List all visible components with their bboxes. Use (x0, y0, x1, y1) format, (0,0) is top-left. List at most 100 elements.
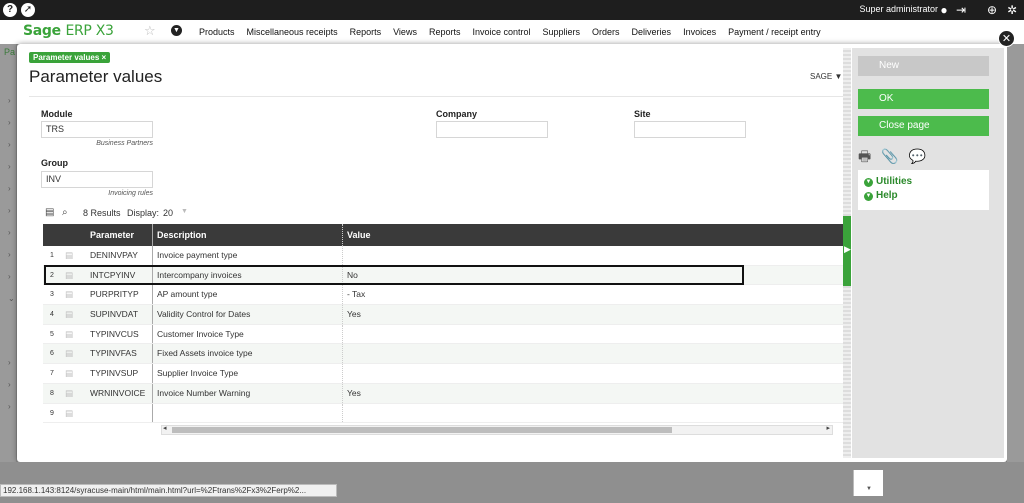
module-field[interactable]: TRS (41, 121, 153, 138)
parameter-cell[interactable]: SUPINVDAT (86, 305, 153, 324)
ok-button[interactable]: OK (858, 89, 989, 109)
chevron-right-icon: › (8, 118, 11, 127)
table-row[interactable]: 5 ▤ TYPINVCUS Customer Invoice Type (43, 324, 848, 345)
parameter-cell[interactable]: TYPINVCUS (86, 324, 153, 344)
horizontal-scrollbar[interactable]: ◂ ▸ (161, 425, 833, 435)
header-description[interactable]: Description (153, 224, 343, 246)
action-panel: New OK Close page 🖶 📎 💬 ▼ Utilities ▼ Help (852, 48, 1004, 458)
table-row[interactable]: 8 ▤ WRNINVOICE Invoice Number Warning Yes (43, 383, 848, 404)
value-cell[interactable]: Yes (343, 305, 848, 324)
value-cell[interactable] (343, 364, 848, 383)
parameter-cell[interactable]: DENINVPAY (86, 246, 153, 265)
chevron-down-icon: ⌄ (8, 294, 15, 303)
parameter-cell[interactable] (86, 403, 153, 423)
scroll-left-icon[interactable]: ◂ (163, 424, 167, 432)
value-cell[interactable] (343, 344, 848, 363)
parameter-cell[interactable]: PURPRITYP (86, 285, 153, 305)
display-label: Display: (127, 208, 160, 218)
row-detail-icon[interactable]: ▤ (61, 364, 86, 383)
group-hint: Invoicing rules (108, 190, 153, 197)
value-cell[interactable] (343, 404, 848, 423)
description-cell: Invoice Number Warning (153, 383, 343, 403)
help-icon[interactable]: ? (3, 3, 17, 17)
value-cell[interactable]: - Tax (343, 285, 848, 304)
parameter-cell[interactable]: TYPINVSUP (86, 364, 153, 383)
menu-item[interactable]: Suppliers (543, 27, 581, 37)
chevron-right-icon: › (8, 358, 11, 367)
chevron-right-icon: › (8, 96, 11, 105)
site-field[interactable] (634, 121, 746, 138)
module-label: Module (41, 109, 73, 119)
row-detail-icon[interactable]: ▤ (61, 246, 86, 265)
menu-item[interactable]: Orders (592, 27, 620, 37)
print-icon[interactable]: 🖶 (858, 148, 871, 164)
company-field[interactable] (436, 121, 548, 138)
table-row[interactable]: 6 ▤ TYPINVFAS Fixed Assets invoice type (43, 344, 848, 365)
menu-item[interactable]: Views (393, 27, 417, 37)
table-view-icon[interactable]: ▤ (45, 207, 54, 218)
description-cell: Customer Invoice Type (153, 324, 343, 344)
menu-item[interactable]: Reports (429, 27, 461, 37)
menu-item[interactable]: Products (199, 27, 235, 37)
table-row[interactable]: 4 ▤ SUPINVDAT Validity Control for Dates Yes (43, 305, 848, 325)
row-detail-icon[interactable]: ▤ (61, 384, 86, 403)
utilities-link[interactable]: ▼ Utilities (864, 176, 912, 187)
table-header: Parameter Description Value (43, 224, 848, 246)
background-scrollbar[interactable]: ▼ (853, 470, 883, 496)
gear-icon[interactable]: ✲ (1005, 3, 1019, 17)
attachment-icon[interactable]: 📎 (881, 148, 898, 164)
chevron-down-icon[interactable]: ▼ (171, 25, 182, 36)
value-cell[interactable] (343, 325, 848, 344)
header-value[interactable]: Value (343, 224, 848, 246)
logout-icon[interactable]: ⇥ (954, 3, 968, 17)
row-detail-icon[interactable]: ▤ (61, 325, 86, 344)
user-name[interactable]: Super administrator (859, 4, 938, 14)
row-detail-icon[interactable]: ▤ (61, 344, 86, 363)
folder-selector[interactable]: SAGE ▼ (810, 72, 842, 81)
parameter-cell[interactable]: WRNINVOICE (86, 383, 153, 403)
table-row[interactable]: 7 ▤ TYPINVSUP Supplier Invoice Type (43, 364, 848, 384)
menu-item[interactable]: Payment / receipt entry (728, 27, 821, 37)
caret-down-icon[interactable]: ▼ (181, 208, 188, 215)
group-label: Group (41, 158, 68, 168)
scroll-right-icon[interactable]: ▸ (826, 424, 830, 432)
menu-item[interactable]: Invoice control (472, 27, 530, 37)
value-cell[interactable] (343, 246, 848, 265)
menu-item[interactable]: Miscellaneous receipts (247, 27, 338, 37)
description-cell: Supplier Invoice Type (153, 364, 343, 383)
menu-item[interactable]: Reports (350, 27, 382, 37)
table-row[interactable]: 1 ▤ DENINVPAY Invoice payment type (43, 246, 848, 266)
comment-icon[interactable]: 💬 (908, 148, 925, 164)
panel-splitter[interactable]: ▶ (843, 48, 851, 458)
display-count-select[interactable]: 20 (163, 208, 173, 218)
row-detail-icon[interactable]: ▤ (61, 404, 86, 423)
rocket-icon[interactable]: ➚ (21, 3, 35, 17)
close-icon[interactable]: × (102, 53, 107, 62)
row-number: 9 (50, 409, 54, 417)
menu-item[interactable]: Invoices (683, 27, 716, 37)
user-icon[interactable]: ● (937, 3, 951, 17)
menu-item[interactable]: Deliveries (632, 27, 672, 37)
close-page-button[interactable]: Close page (858, 116, 989, 136)
row-number: 4 (50, 311, 54, 319)
close-modal-button[interactable]: ✕ (998, 30, 1015, 47)
globe-icon[interactable]: ⊕ (985, 3, 999, 17)
panel-toggle[interactable]: ▶ (843, 216, 851, 286)
sage-logo[interactable]: Sage ERP X3 (23, 23, 114, 39)
row-detail-icon[interactable]: ▤ (61, 305, 86, 324)
highlighted-row-frame (44, 265, 744, 285)
table-row[interactable]: 3 ▤ PURPRITYP AP amount type - Tax (43, 285, 848, 306)
search-icon[interactable]: ⌕ (62, 207, 68, 218)
help-link[interactable]: ▼ Help (864, 190, 898, 201)
scroll-down-icon[interactable]: ▼ (866, 486, 872, 492)
new-button[interactable]: New (858, 56, 989, 76)
star-icon[interactable]: ☆ (144, 23, 156, 39)
group-field[interactable]: INV (41, 171, 153, 188)
row-detail-icon[interactable]: ▤ (61, 285, 86, 304)
parameter-cell[interactable]: TYPINVFAS (86, 344, 153, 364)
header-parameter[interactable]: Parameter (86, 224, 153, 246)
table-row[interactable]: 9 ▤ (43, 403, 848, 424)
page-tag[interactable]: Parameter values × (29, 52, 111, 63)
value-cell[interactable]: Yes (343, 384, 848, 403)
scrollbar-thumb[interactable] (172, 427, 672, 433)
